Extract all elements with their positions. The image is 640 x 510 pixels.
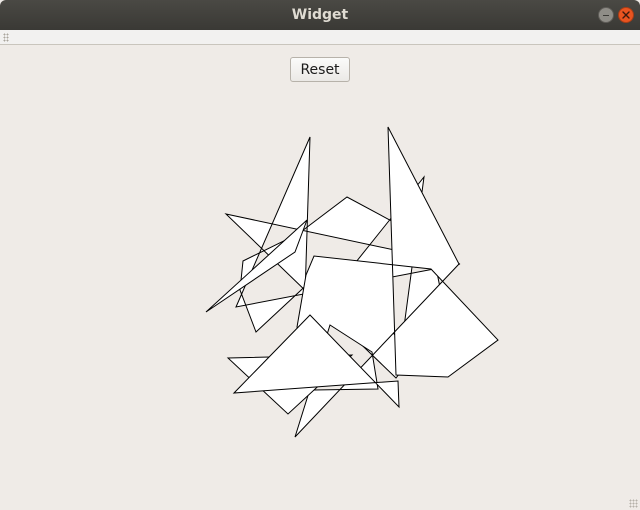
minimize-button[interactable] <box>598 7 614 23</box>
drawn-polygon-1 <box>224 136 461 379</box>
close-icon <box>622 11 630 19</box>
drawn-polygon-3 <box>205 219 308 313</box>
resize-grip-icon[interactable] <box>629 499 638 508</box>
drawn-polygon-5 <box>232 314 400 409</box>
drawn-polygon-4 <box>226 354 354 415</box>
app-window: Widget Reset <box>0 0 640 510</box>
toolbar-grip-icon[interactable] <box>3 33 9 42</box>
drawn-polygon-2 <box>294 126 499 438</box>
menu-bar <box>0 30 640 45</box>
close-button[interactable] <box>618 7 634 23</box>
window-title: Widget <box>291 7 349 23</box>
reset-button[interactable]: Reset <box>290 57 350 82</box>
title-bar[interactable]: Widget <box>0 0 640 30</box>
